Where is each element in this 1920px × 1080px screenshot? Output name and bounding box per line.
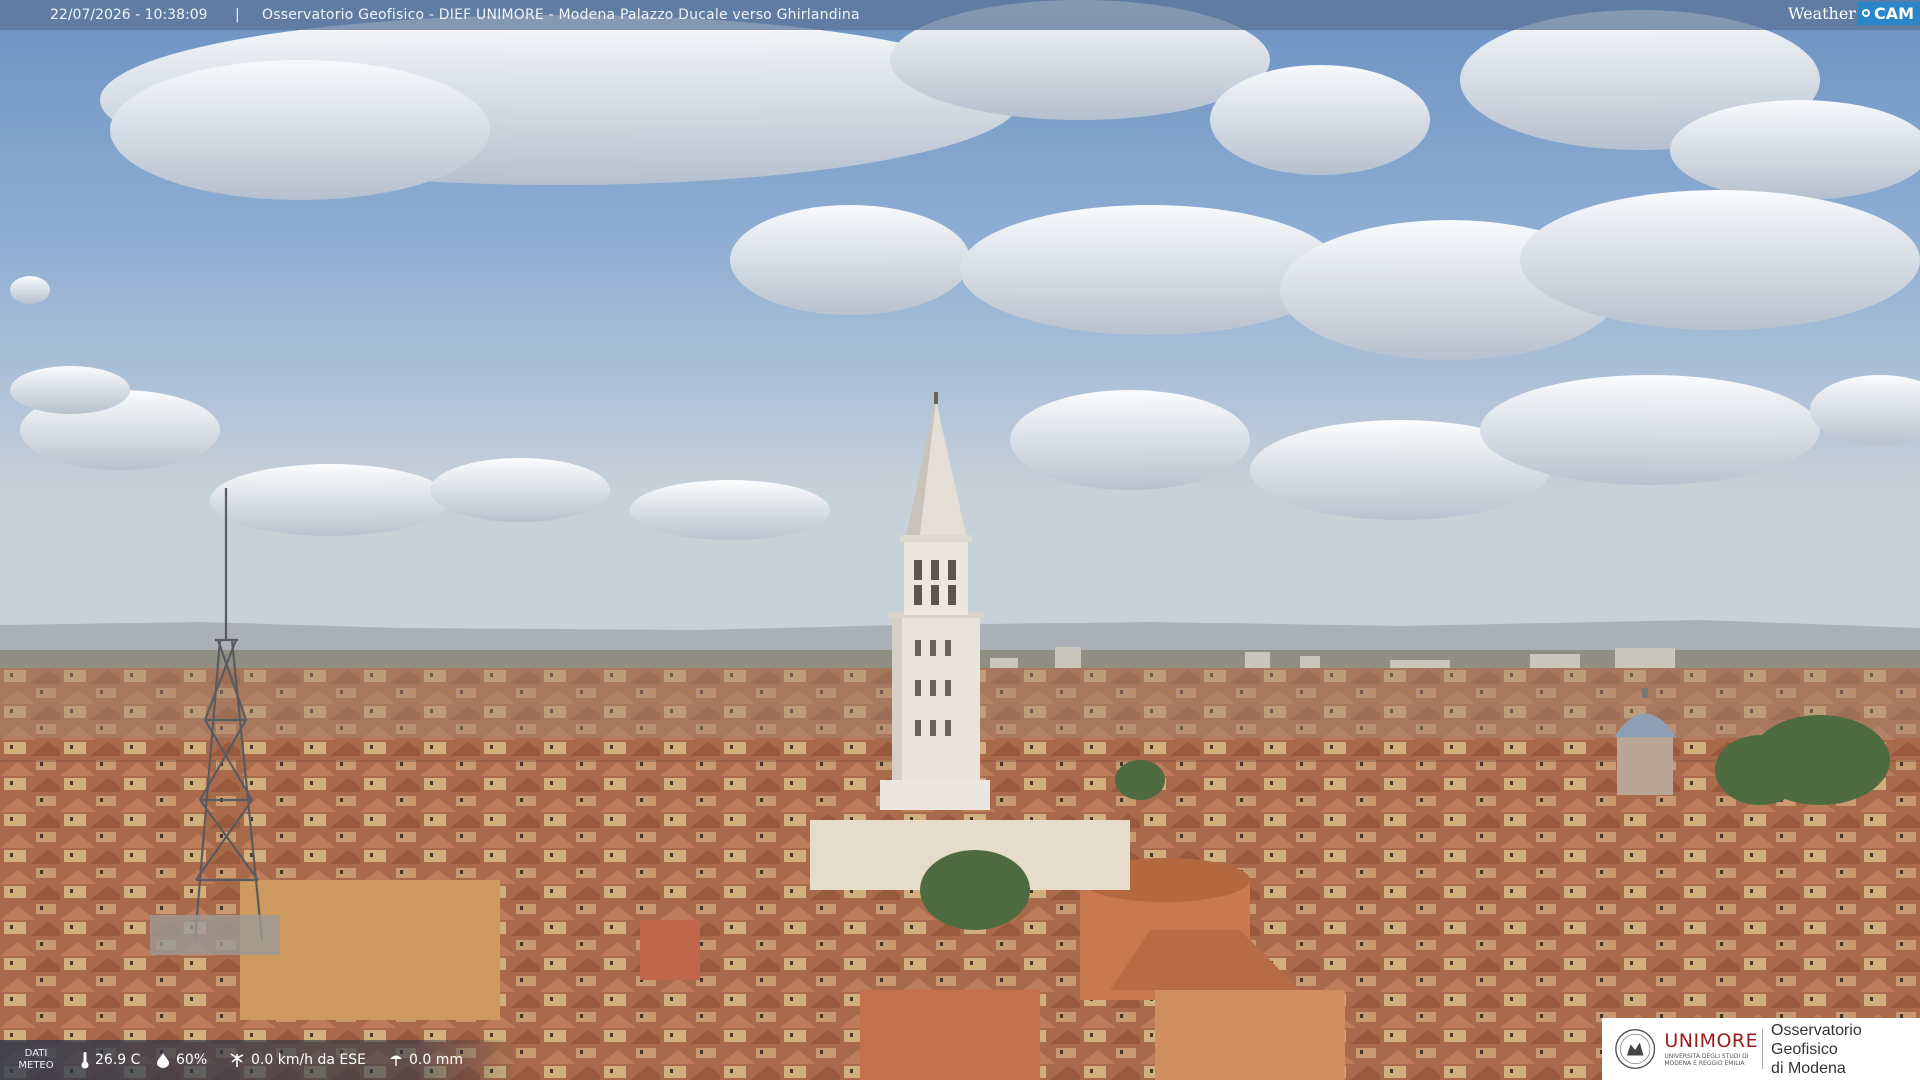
temperature-value: 26.9 C [95, 1052, 141, 1068]
meteo-bar: DATI METEO 26.9 C 60% 0.0 km/h da ESE 0.… [0, 1040, 520, 1080]
observatory-logo: UNIMORE UNIVERSITÀ DEGLI STUDI DI MODENA… [1602, 1018, 1920, 1080]
weathercam-cam-badge: CAM [1857, 1, 1920, 25]
weathercam-cam-text: CAM [1873, 3, 1914, 23]
humidity-reading: 60% [155, 1040, 207, 1080]
rain-icon [390, 1055, 402, 1066]
observatory-line2: di Modena [1771, 1059, 1846, 1077]
unimore-wordmark: UNIMORE UNIVERSITÀ DEGLI STUDI DI MODENA… [1664, 1031, 1758, 1067]
humidity-drop-icon [157, 1053, 169, 1068]
logo-divider [1762, 1029, 1764, 1069]
weathercam-logo: Weather CAM [1788, 0, 1920, 26]
humidity-value: 60% [176, 1052, 208, 1068]
wind-value: 0.0 km/h da ESE [251, 1052, 366, 1068]
wind-reading: 0.0 km/h da ESE [228, 1040, 366, 1080]
unimore-name: UNIMORE [1664, 1030, 1759, 1052]
meteo-label: DATI METEO [18, 1048, 54, 1071]
camera-title: Osservatorio Geofisico - DIEF UNIMORE - … [262, 7, 860, 23]
thermometer-icon [81, 1052, 89, 1069]
caption-separator: | [235, 7, 240, 23]
wind-icon [230, 1053, 244, 1067]
unimore-seal-icon [1615, 1028, 1656, 1070]
observatory-line1: Osservatorio Geofisico [1771, 1021, 1862, 1058]
timestamp: 22/07/2026 - 10:38:09 [50, 7, 208, 23]
temperature-reading: 26.9 C [80, 1040, 140, 1080]
webcam-scene [0, 0, 1920, 1080]
unimore-subtitle: UNIVERSITÀ DEGLI STUDI DI MODENA E REGGI… [1664, 1053, 1749, 1067]
observatory-name: Osservatorio Geofisico di Modena [1771, 1021, 1920, 1078]
weathercam-weather-text: Weather [1787, 3, 1856, 23]
rain-value: 0.0 mm [409, 1052, 463, 1068]
caption-bar: 22/07/2026 - 10:38:09 | Osservatorio Geo… [0, 0, 1920, 30]
rain-reading: 0.0 mm [388, 1040, 463, 1080]
